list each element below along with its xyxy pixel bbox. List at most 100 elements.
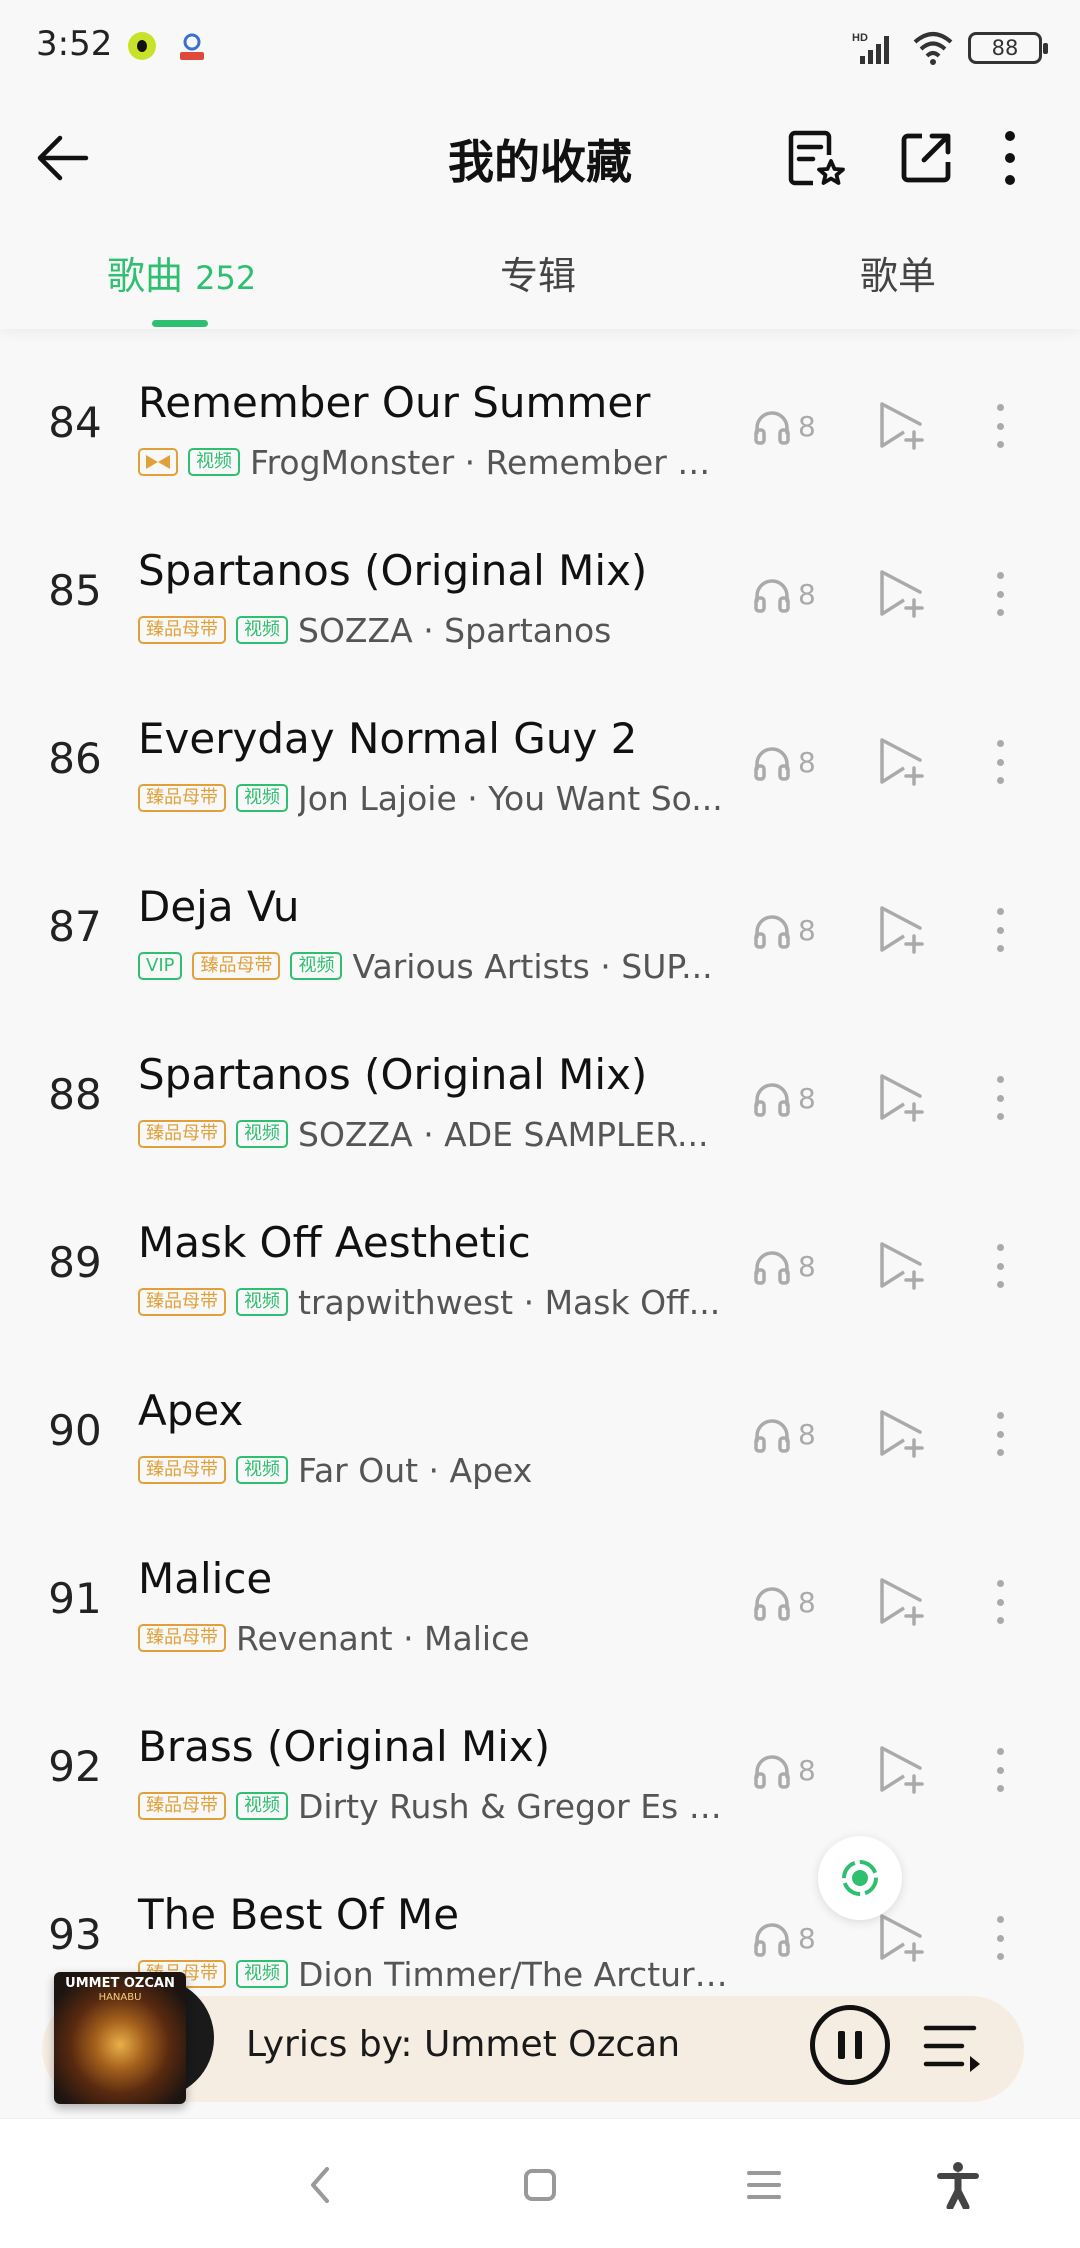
tab-albums[interactable]: 专辑 [500,245,576,300]
master-quality-tag: 臻品母带 [192,952,281,980]
song-rank: 85 [48,566,102,615]
locate-playing-button[interactable] [818,1836,902,1920]
song-artist-album: Dion Timmer/The Arcturi... [298,1954,728,1994]
song-artist-album: Jon Lajoie · You Want So... [298,778,723,818]
song-more-button[interactable] [980,566,1020,622]
dolby-icon [138,448,178,476]
song-more-button[interactable] [980,398,1020,454]
more-dot-icon [996,1094,1004,1102]
video-tag: 视频 [236,1960,288,1988]
song-more-button[interactable] [980,1238,1020,1294]
song-rank: 87 [48,902,102,951]
pause-icon-bar [855,2031,862,2059]
more-dot-icon [996,1580,1004,1587]
more-options-button[interactable] [982,120,1038,196]
add-to-playlist-button[interactable] [876,1240,928,1292]
more-dot-icon [996,1076,1004,1083]
song-title: Deja Vu [138,882,300,931]
song-more-button[interactable] [980,1406,1020,1462]
song-row[interactable]: 91 Malice 臻品母带 Revenant · Malice 8 [0,1516,1080,1684]
nav-back-button[interactable] [292,2157,348,2213]
more-vertical-icon [1005,131,1015,185]
listen-count: 8 [752,570,816,618]
tab-songs-count: 252 [195,259,257,297]
master-quality-tag: 臻品母带 [138,1624,226,1652]
song-rank: 93 [48,1910,102,1959]
song-row[interactable]: 84 Remember Our Summer 视频 FrogMonster · Rem… [0,340,1080,508]
play-queue-button[interactable] [922,2018,982,2074]
playlist-star-button[interactable] [778,120,854,196]
add-to-playlist-button[interactable] [876,904,928,956]
song-row[interactable]: 85 Spartanos (Original Mix) 臻品母带 视频 SOZZA · … [0,508,1080,676]
song-title: Malice [138,1554,273,1603]
status-bar: 3:52 HD 88 [0,0,1080,100]
song-row[interactable]: 89 Mask Off Aesthetic 臻品母带 视频 trapwithwest ·… [0,1180,1080,1348]
song-more-button[interactable] [980,1574,1020,1630]
song-rank: 91 [48,1574,102,1623]
song-meta: 臻品母带 Revenant · Malice [138,1616,728,1660]
add-to-playlist-button[interactable] [876,736,928,788]
song-row[interactable]: 92 Brass (Original Mix) 臻品母带 视频 Dirty Rush &… [0,1684,1080,1852]
tab-bar: 歌曲 252 专辑 歌单 [0,225,1080,329]
add-to-playlist-button[interactable] [876,1408,928,1460]
song-title: Mask Off Aesthetic [138,1218,531,1267]
song-row[interactable]: 88 Spartanos (Original Mix) 臻品母带 视频 SOZZA · … [0,1012,1080,1180]
listen-count-value: 8 [798,1585,816,1619]
song-artist-album: trapwithwest · Mask Off... [298,1282,721,1322]
tab-playlists[interactable]: 歌单 [860,245,936,300]
add-to-playlist-button[interactable] [876,1576,928,1628]
tab-playlists-label: 歌单 [860,254,937,298]
vip-tag: VIP [138,952,183,980]
add-to-playlist-button[interactable] [876,1912,928,1964]
more-dot-icon [996,1785,1004,1792]
more-dot-icon [996,1449,1004,1456]
nav-recents-button[interactable] [736,2157,792,2213]
song-more-button[interactable] [980,1070,1020,1126]
tab-songs[interactable]: 歌曲 252 [107,245,256,300]
master-quality-tag: 臻品母带 [138,784,226,812]
nav-home-button[interactable] [512,2157,568,2213]
master-quality-tag: 臻品母带 [138,1288,226,1316]
song-rank: 92 [48,1742,102,1791]
more-dot-icon [996,404,1004,411]
song-more-button[interactable] [980,1742,1020,1798]
more-dot-icon [996,1934,1004,1942]
add-to-playlist-button[interactable] [876,400,928,452]
song-artist-album: FrogMonster · Remember O... [250,442,728,482]
more-dot-icon [996,422,1004,430]
listen-count-value: 8 [798,1753,816,1787]
listen-count: 8 [752,1074,816,1122]
add-to-playlist-icon [880,1410,924,1458]
song-row[interactable]: 87 Deja Vu VIP 臻品母带 视频 Various Artists · SUP.… [0,844,1080,1012]
listen-count-value: 8 [798,577,816,611]
more-dot-icon [996,1412,1004,1419]
song-artist-album: SOZZA · ADE SAMPLER... [298,1114,709,1154]
playlist-queue-icon [923,2025,980,2072]
listen-count: 8 [752,1410,816,1458]
nav-accessibility-button[interactable] [930,2157,986,2213]
playlist-star-icon [788,130,845,186]
master-quality-tag: 臻品母带 [138,1456,226,1484]
song-row[interactable]: 86 Everyday Normal Guy 2 臻品母带 视频 Jon Lajoie … [0,676,1080,844]
add-to-playlist-button[interactable] [876,1744,928,1796]
baidu-icon [180,33,204,60]
pause-button[interactable] [810,2005,890,2085]
add-to-playlist-button[interactable] [876,1072,928,1124]
album-artist: UMMET OZCAN [65,1976,175,1991]
album-cover[interactable]: UMMET OZCAN HANABU [54,1972,186,2104]
headphones-icon [754,915,790,949]
video-tag: 视频 [236,1456,288,1484]
video-tag: 视频 [236,616,288,644]
song-artist-album: Various Artists · SUP... [352,946,713,986]
song-more-button[interactable] [980,902,1020,958]
song-row[interactable]: 90 Apex 臻品母带 视频 Far Out · Apex 8 [0,1348,1080,1516]
song-title: Brass (Original Mix) [138,1722,551,1771]
song-more-button[interactable] [980,1910,1020,1966]
more-dot-icon [996,572,1004,579]
status-time: 3:52 [36,24,113,64]
add-to-playlist-button[interactable] [876,568,928,620]
master-quality-tag: 臻品母带 [138,1120,226,1148]
song-more-button[interactable] [980,734,1020,790]
share-button[interactable] [888,120,964,196]
listen-count-value: 8 [798,409,816,443]
